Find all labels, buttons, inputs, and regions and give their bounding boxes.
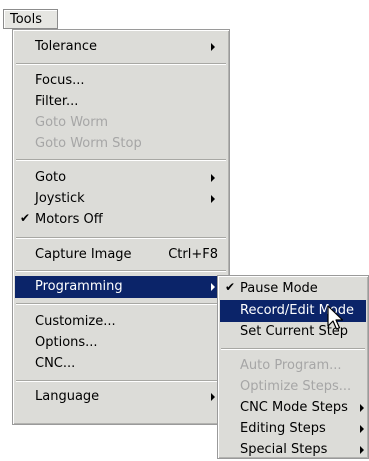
menu-item-goto[interactable]: Goto	[15, 167, 227, 189]
menu-item-label: Goto Worm	[35, 115, 109, 130]
menu-item-cnc[interactable]: CNC...	[15, 353, 227, 375]
submenu-arrow-icon	[211, 195, 215, 203]
menu-item-label: Filter...	[35, 94, 79, 109]
menu-separator	[16, 380, 226, 382]
submenu-arrow-icon	[211, 43, 215, 51]
menu-item-goto-worm: Goto Worm	[15, 112, 227, 134]
tools-menu-button[interactable]: Tools	[3, 9, 58, 29]
menu-item-label: Options...	[35, 335, 98, 350]
menu-item-label: Auto Program...	[240, 358, 342, 373]
menu-item-label: Special Steps	[240, 442, 328, 457]
menu-item-language[interactable]: Language	[15, 386, 227, 408]
checkmark-icon: ✔	[20, 211, 31, 225]
submenu-arrow-icon	[211, 393, 215, 401]
submenu-item-optimize-steps: Optimize Steps...	[220, 376, 366, 398]
menu-separator	[16, 63, 226, 65]
menu-item-label: Capture Image	[35, 247, 132, 262]
menu-item-label: Joystick	[35, 191, 85, 206]
menu-item-label: Language	[35, 389, 100, 404]
menu-item-label: Pause Mode	[240, 281, 318, 296]
mouse-pointer-icon	[327, 305, 344, 330]
menu-item-label: CNC Mode Steps	[240, 400, 348, 415]
menu-item-customize[interactable]: Customize...	[15, 311, 227, 333]
menu-item-goto-worm-stop: Goto Worm Stop	[15, 133, 227, 155]
menu-item-label: Focus...	[35, 73, 85, 88]
menu-item-label: Tolerance	[35, 39, 97, 54]
menu-item-label: Optimize Steps...	[240, 379, 352, 394]
menu-item-label: CNC...	[35, 356, 76, 371]
menu-item-label: Motors Off	[35, 212, 103, 227]
programming-submenu: ✔ Pause Mode Record/Edit Mode Set Curren…	[217, 275, 369, 459]
menu-item-tolerance[interactable]: Tolerance	[15, 36, 227, 58]
menu-item-label: Goto	[35, 170, 67, 185]
menu-item-options[interactable]: Options...	[15, 332, 227, 354]
menu-item-label: Goto Worm Stop	[35, 136, 142, 151]
tools-dropdown-menu: Tolerance Focus... Filter... Goto Worm G…	[12, 29, 230, 425]
submenu-arrow-icon	[360, 425, 364, 433]
submenu-item-special-steps[interactable]: Special Steps	[220, 439, 366, 461]
submenu-item-cnc-mode-steps[interactable]: CNC Mode Steps	[220, 397, 366, 419]
menu-item-motors-off[interactable]: ✔ Motors Off	[15, 209, 227, 231]
menu-item-label: Customize...	[35, 314, 116, 329]
menu-item-joystick[interactable]: Joystick	[15, 188, 227, 210]
menu-item-capture-image[interactable]: Capture Image Ctrl+F8	[15, 244, 227, 266]
menu-item-filter[interactable]: Filter...	[15, 91, 227, 113]
submenu-arrow-icon	[211, 174, 215, 182]
menu-separator	[16, 303, 226, 305]
menu-item-shortcut: Ctrl+F8	[168, 247, 218, 262]
menu-separator	[221, 348, 365, 350]
menu-separator	[16, 237, 226, 239]
submenu-item-auto-program: Auto Program...	[220, 355, 366, 377]
submenu-arrow-icon	[360, 446, 364, 454]
submenu-item-editing-steps[interactable]: Editing Steps	[220, 418, 366, 440]
submenu-arrow-icon	[360, 404, 364, 412]
submenu-arrow-icon	[211, 283, 215, 291]
menu-item-programming[interactable]: Programming	[15, 276, 227, 298]
submenu-item-pause-mode[interactable]: ✔ Pause Mode	[220, 278, 366, 300]
menu-separator	[16, 270, 226, 272]
menu-item-label: Editing Steps	[240, 421, 326, 436]
menu-separator	[16, 159, 226, 161]
menu-item-label: Programming	[35, 279, 123, 294]
tools-menu-label: Tools	[10, 12, 43, 27]
checkmark-icon: ✔	[225, 280, 236, 294]
menu-item-focus[interactable]: Focus...	[15, 70, 227, 92]
